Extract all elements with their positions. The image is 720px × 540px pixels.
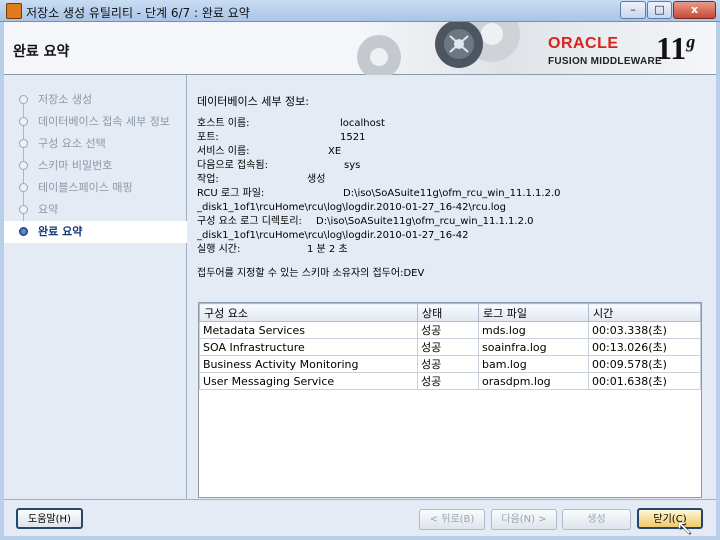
next-button[interactable]: 다음(N) >: [491, 509, 557, 530]
component-cell: User Messaging Service: [199, 372, 418, 390]
step-db-connection: 데이터베이스 접속 세부 정보: [4, 111, 187, 139]
rcu-log-label: RCU 로그 파일:: [197, 188, 265, 199]
table-row[interactable]: SOA Infrastructure 성공 soainfra.log 00:13…: [199, 338, 701, 356]
operation-value: 생성: [307, 174, 326, 185]
log-file-cell: bam.log: [478, 355, 589, 373]
version-logo: 11g: [656, 30, 695, 67]
status-cell: 성공: [417, 321, 479, 339]
host-label: 호스트 이름:: [197, 118, 250, 129]
help-button[interactable]: 도움말(H): [16, 508, 83, 529]
fusion-middleware-wordmark: FUSION MIDDLEWARE: [548, 56, 662, 67]
user-label: 다음으로 접속됨:: [197, 160, 268, 171]
step-schema-passwords: 스키마 비밀번호: [4, 155, 187, 183]
close-button[interactable]: 닫기(C): [637, 508, 703, 529]
table-header-row: 구성 요소 상태 로그 파일 시간: [199, 303, 701, 322]
wizard-header: 완료 요약 ORACLE FUSION MIDDLEWARE 11g: [4, 22, 716, 75]
section-title: 데이터베이스 세부 정보:: [197, 95, 309, 108]
table-row[interactable]: Metadata Services 성공 mds.log 00:03.338(초…: [199, 321, 701, 339]
port-label: 포트:: [197, 132, 219, 143]
step-label: 완료 요약: [38, 225, 83, 238]
host-value: localhost: [340, 118, 385, 129]
log-file-cell: mds.log: [478, 321, 589, 339]
column-header-time[interactable]: 시간: [588, 303, 701, 322]
step-dot-icon: [19, 117, 28, 126]
component-cell: SOA Infrastructure: [199, 338, 418, 356]
oracle-logo: ORACLE FUSION MIDDLEWARE: [548, 35, 662, 67]
steps-sidebar: 저장소 생성 데이터베이스 접속 세부 정보 구성 요소 선택 스키마 비밀번호…: [4, 75, 187, 499]
step-dot-icon: [19, 139, 28, 148]
back-button[interactable]: < 뒤로(B): [419, 509, 485, 530]
step-select-components: 구성 요소 선택: [4, 133, 187, 161]
minimize-button[interactable]: –: [620, 1, 646, 19]
step-label: 스키마 비밀번호: [38, 159, 113, 172]
column-header-component[interactable]: 구성 요소: [199, 303, 418, 322]
status-cell: 성공: [417, 355, 479, 373]
step-summary: 요약: [4, 199, 187, 227]
step-label: 테이블스페이스 매핑: [38, 181, 133, 194]
step-create-repository: 저장소 생성: [4, 89, 187, 117]
table-row[interactable]: User Messaging Service 성공 orasdpm.log 00…: [199, 372, 701, 390]
time-cell: 00:13.026(초): [588, 338, 701, 356]
column-header-status[interactable]: 상태: [417, 303, 479, 322]
component-log-continued: _disk1_1of1\rcuHome\rcu\log\logdir.2010-…: [197, 230, 469, 241]
step-label: 요약: [38, 203, 59, 216]
column-header-log-file[interactable]: 로그 파일: [478, 303, 589, 322]
title-bar: 저장소 생성 유틸리티 - 단계 6/7 : 완료 요약 – □ x: [0, 0, 720, 22]
rcu-log-value: D:\iso\SoASuite11g\ofm_rcu_win_11.1.1.2.…: [343, 188, 561, 199]
component-cell: Business Activity Monitoring: [199, 355, 418, 373]
log-file-cell: orasdpm.log: [478, 372, 589, 390]
create-button[interactable]: 생성: [562, 509, 631, 530]
step-label: 구성 요소 선택: [38, 137, 106, 150]
operation-label: 작업:: [197, 174, 219, 185]
status-cell: 성공: [417, 372, 479, 390]
step-dot-icon: [19, 95, 28, 104]
step-label: 저장소 생성: [38, 93, 93, 106]
step-list: 저장소 생성 데이터베이스 접속 세부 정보 구성 요소 선택 스키마 비밀번호…: [4, 89, 187, 243]
step-completion-summary: 완료 요약: [4, 221, 187, 243]
step-tablespace-mapping: 테이블스페이스 매핑: [4, 177, 187, 205]
service-label: 서비스 이름:: [197, 146, 250, 157]
elapsed-time-value: 1 분 2 초: [307, 244, 348, 255]
component-log-label: 구성 요소 로그 디렉토리:: [197, 216, 302, 227]
rcu-log-continued: _disk1_1of1\rcuHome\rcu\log\logdir.2010-…: [197, 202, 506, 213]
component-cell: Metadata Services: [199, 321, 418, 339]
maximize-button[interactable]: □: [647, 1, 672, 19]
version-number: 11: [656, 30, 687, 66]
log-file-cell: soainfra.log: [478, 338, 589, 356]
version-suffix: g: [686, 31, 696, 52]
port-value: 1521: [340, 132, 366, 143]
schema-prefix-text: 접두어를 지정할 수 있는 스키마 소유자의 접두어:DEV: [197, 268, 425, 279]
user-value: sys: [344, 160, 361, 171]
service-value: XE: [328, 146, 342, 157]
mouse-cursor-icon: ↖: [676, 515, 693, 539]
oracle-wordmark: ORACLE: [548, 35, 619, 52]
step-label: 데이터베이스 접속 세부 정보: [38, 115, 170, 128]
window-title: 저장소 생성 유틸리티 - 단계 6/7 : 완료 요약: [26, 6, 250, 20]
step-active-dot-icon: [19, 227, 28, 236]
gears-graphic-icon: [357, 22, 520, 75]
time-cell: 00:09.578(초): [588, 355, 701, 373]
component-log-value: D:\iso\SoASuite11g\ofm_rcu_win_11.1.1.2.…: [316, 216, 534, 227]
table-row[interactable]: Business Activity Monitoring 성공 bam.log …: [199, 355, 701, 373]
status-cell: 성공: [417, 338, 479, 356]
time-cell: 00:01.638(초): [588, 372, 701, 390]
close-window-button[interactable]: x: [673, 1, 716, 19]
step-dot-icon: [19, 205, 28, 214]
java-app-icon: [6, 3, 22, 19]
elapsed-time-label: 실행 시간:: [197, 244, 241, 255]
page-title: 완료 요약: [13, 44, 70, 60]
time-cell: 00:03.338(초): [588, 321, 701, 339]
step-dot-icon: [19, 183, 28, 192]
results-table: 구성 요소 상태 로그 파일 시간 Metadata Services 성공 m…: [198, 302, 702, 498]
step-dot-icon: [19, 161, 28, 170]
